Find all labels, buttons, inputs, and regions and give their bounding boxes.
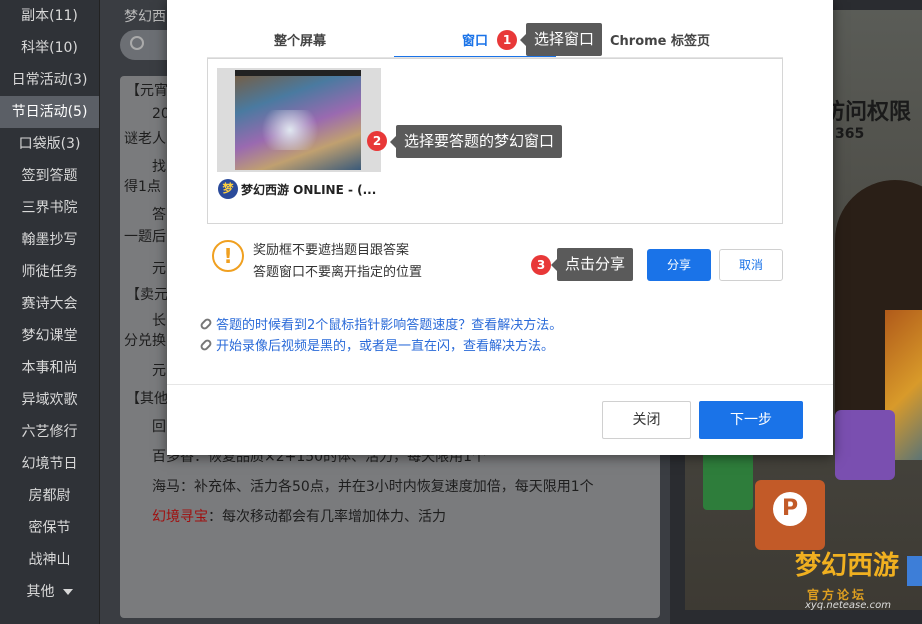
share-screen-dialog: 整个屏幕 窗口 Chrome 标签页 梦 梦幻西游 ONLINE - (... … — [167, 0, 833, 455]
sidebar-item-fuben[interactable]: 副本(11) — [0, 0, 99, 32]
promo-logo: 梦幻西游 — [795, 551, 900, 581]
share-button[interactable]: 分享 — [647, 249, 711, 281]
content-line: 谜老人 — [124, 131, 166, 147]
close-button[interactable]: 关闭 — [602, 401, 691, 439]
sidebar-item-daily[interactable]: 日常活动(3) — [0, 64, 99, 96]
help-link-two-cursors[interactable]: 答题的时候看到2个鼠标指针影响答题速度？查看解决方法。 — [198, 314, 563, 333]
content-line: 元 — [152, 261, 166, 277]
sidebar-item-monk[interactable]: 本事和尚 — [0, 352, 99, 384]
game-screenshot-image — [235, 70, 361, 170]
sidebar-item-mentor[interactable]: 师徒任务 — [0, 256, 99, 288]
promo-url: xyq.netease.com — [805, 600, 891, 610]
step-3-badge: 3 — [531, 255, 551, 275]
office-tile-icon — [835, 410, 895, 480]
footer-divider — [167, 384, 833, 385]
content-line: 【卖元 — [126, 287, 168, 303]
help-link-black-video[interactable]: 开始录像后视频是黑的，或者是一直在闪，查看解决方法。 — [198, 335, 555, 354]
sidebar-item-calligraphy[interactable]: 翰墨抄写 — [0, 224, 99, 256]
warning-icon: ! — [212, 240, 244, 272]
sidebar-item-fangduwei[interactable]: 房都尉 — [0, 480, 99, 512]
sidebar-item-arts[interactable]: 六艺修行 — [0, 416, 99, 448]
link-icon — [198, 316, 214, 332]
sidebar-item-keju[interactable]: 科举(10) — [0, 32, 99, 64]
sidebar-item-poetry[interactable]: 赛诗大会 — [0, 288, 99, 320]
content-line: 长 — [152, 313, 166, 329]
warning-line-1: 奖励框不要遮挡题目跟答案 — [253, 243, 410, 258]
tab-entire-screen[interactable]: 整个屏幕 — [207, 30, 393, 58]
link-icon — [198, 337, 214, 353]
content-line: 回 — [152, 419, 166, 435]
help-link-text-2: 开始录像后视频是黑的，或者是一直在闪，查看解决方法。 — [216, 339, 555, 354]
highlight-rest: ：每次移动都会有几率增加体力、活力 — [208, 509, 446, 525]
game-app-icon: 梦 — [218, 179, 238, 199]
sidebar-item-exotic[interactable]: 异域欢歌 — [0, 384, 99, 416]
search-icon — [130, 36, 144, 50]
callout-select-window: 选择窗口 — [519, 23, 603, 56]
sidebar-item-pocket[interactable]: 口袋版(3) — [0, 128, 99, 160]
promo-title: 访问权限 — [823, 100, 912, 125]
help-link-text-1: 答题的时候看到2个鼠标指针影响答题速度？查看解决方法。 — [216, 318, 563, 333]
content-line: 分兑换 — [124, 333, 166, 349]
step-2-badge: 2 — [367, 131, 387, 151]
content-line: 元 — [152, 363, 166, 379]
warning-line-2: 答题窗口不要离开指定的位置 — [253, 265, 423, 280]
promo-subtitle: 365 — [835, 126, 865, 142]
sidebar-item-academy[interactable]: 三界书院 — [0, 192, 99, 224]
powerpoint-icon: P — [755, 480, 825, 550]
content-line: 海马：补充体、活力各50点，并在3小时内恢复速度加倍，每天限用1个 — [152, 479, 594, 495]
source-tabs: 整个屏幕 窗口 Chrome 标签页 — [207, 30, 783, 58]
content-highlight-line: 幻境寻宝：每次移动都会有几率增加体力、活力 — [152, 506, 446, 526]
content-line: 【元宵 — [126, 83, 168, 99]
promo-side-button[interactable] — [907, 556, 922, 586]
sidebar-item-mibao[interactable]: 密保节 — [0, 512, 99, 544]
cancel-button[interactable]: 取消 — [719, 249, 783, 281]
sidebar-item-war-mountain[interactable]: 战神山 — [0, 544, 99, 576]
content-line: 一题后 — [124, 229, 166, 245]
content-line: 找 — [152, 159, 166, 175]
next-step-button[interactable]: 下一步 — [699, 401, 803, 439]
content-line: 【其他 — [126, 391, 168, 407]
sidebar-more-label: 其他 — [26, 584, 55, 600]
sidebar-item-more[interactable]: 其他 — [0, 576, 99, 608]
chevron-down-icon — [62, 589, 73, 595]
breadcrumb: 梦幻西 — [124, 9, 166, 25]
sidebar-item-illusion[interactable]: 幻境节日 — [0, 448, 99, 480]
sidebar: 副本(11) 科举(10) 日常活动(3) 节日活动(5) 口袋版(3) 签到答… — [0, 0, 100, 624]
step-1-badge: 1 — [497, 30, 517, 50]
callout-click-share: 点击分享 — [550, 248, 634, 281]
window-title[interactable]: 梦幻西游 ONLINE - (... — [241, 181, 376, 198]
content-line: 答 — [152, 207, 166, 223]
excel-icon — [703, 450, 753, 510]
window-thumbnail[interactable] — [217, 68, 381, 172]
content-line: 得1点 — [124, 179, 161, 195]
callout-select-game-window: 选择要答题的梦幻窗口 — [389, 125, 563, 158]
sidebar-item-signin-quiz[interactable]: 签到答题 — [0, 160, 99, 192]
sidebar-item-festival[interactable]: 节日活动(5) — [0, 96, 99, 128]
highlight-keyword: 幻境寻宝 — [152, 509, 208, 525]
sidebar-item-classroom[interactable]: 梦幻课堂 — [0, 320, 99, 352]
